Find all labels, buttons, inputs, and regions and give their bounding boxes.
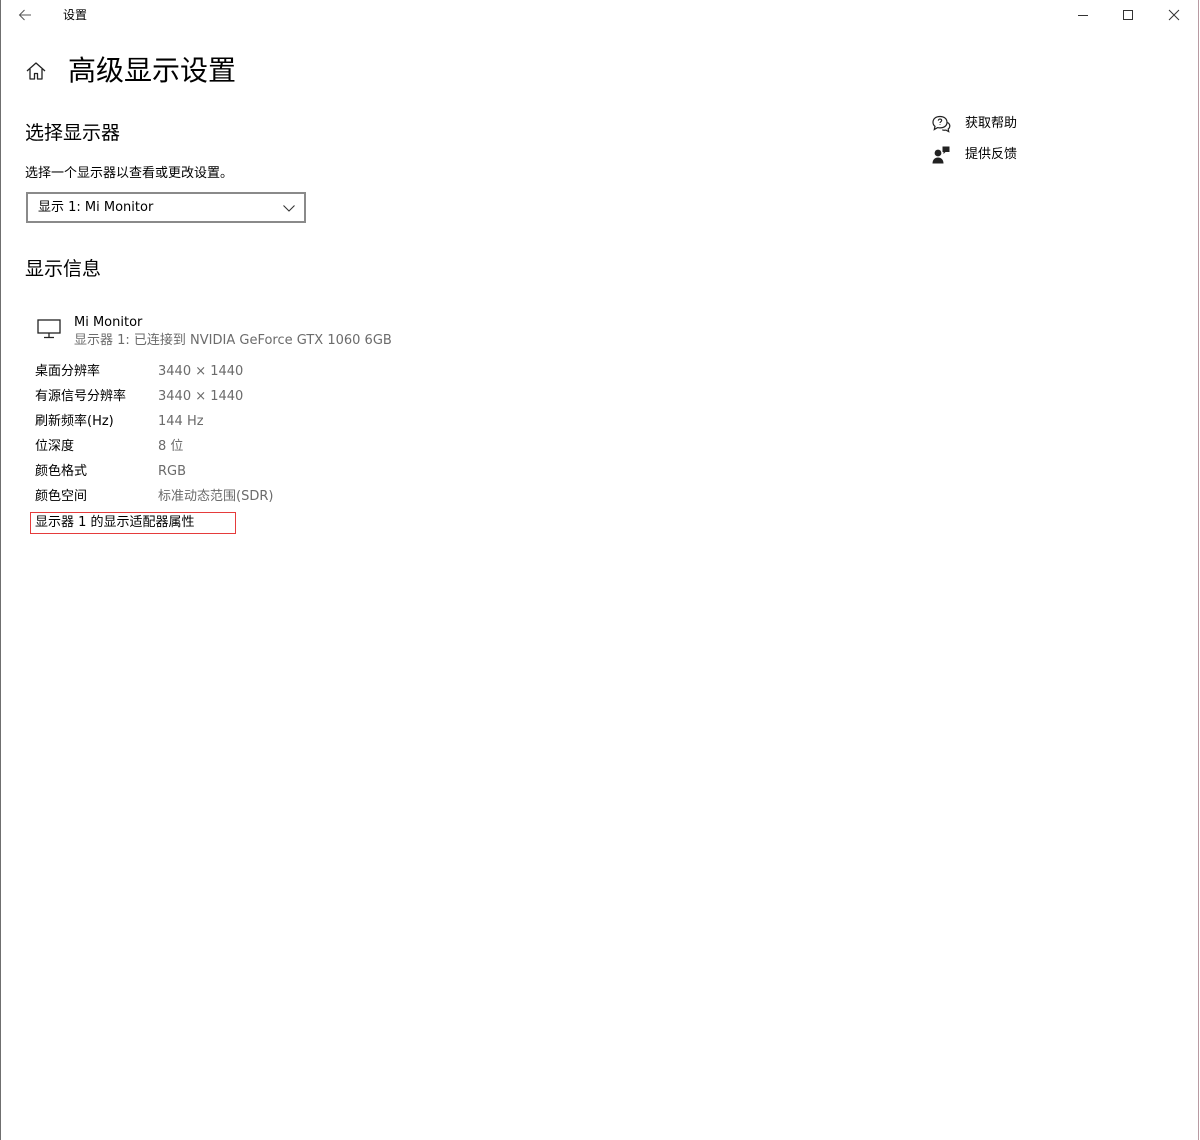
info-value: 3440 × 1440 (158, 364, 244, 379)
title-bar: 设置 (1, 0, 1199, 30)
info-label: 桌面分辨率 (35, 364, 101, 379)
back-button[interactable] (1, 0, 49, 30)
info-row-active-signal-resolution: 有源信号分辨率 3440 × 1440 (35, 387, 435, 412)
minimize-icon (1078, 15, 1088, 16)
maximize-icon (1123, 10, 1133, 20)
info-label: 有源信号分辨率 (35, 389, 127, 404)
info-value: 3440 × 1440 (158, 389, 244, 404)
info-label: 颜色格式 (35, 464, 88, 479)
info-row-refresh-rate: 刷新频率(Hz) 144 Hz (35, 412, 435, 437)
settings-window: 设置 高级显示设置 选择显示器 选择一个显示器以查看或更改设置。 显示 1: M… (0, 0, 1199, 1140)
display-select-dropdown[interactable]: 显示 1: Mi Monitor (26, 192, 306, 223)
display-adapter-properties-link[interactable]: 显示器 1 的显示适配器属性 (30, 512, 236, 534)
app-title: 设置 (63, 8, 88, 22)
maximize-button[interactable] (1105, 0, 1151, 30)
chat-help-icon (932, 115, 951, 133)
close-icon (1168, 9, 1180, 21)
info-value: 标准动态范围(SDR) (158, 489, 274, 504)
monitor-connection: 显示器 1: 已连接到 NVIDIA GeForce GTX 1060 6GB (74, 333, 392, 348)
select-display-heading: 选择显示器 (25, 122, 121, 144)
info-label: 位深度 (35, 439, 75, 454)
home-icon[interactable] (25, 60, 47, 82)
info-row-color-format: 颜色格式 RGB (35, 462, 435, 487)
info-label: 颜色空间 (35, 489, 88, 504)
chevron-down-icon (283, 205, 295, 212)
feedback-icon (932, 146, 950, 164)
minimize-button[interactable] (1060, 0, 1106, 30)
display-info-heading: 显示信息 (25, 258, 102, 280)
get-help-link[interactable]: 获取帮助 (931, 113, 1051, 135)
info-row-bit-depth: 位深度 8 位 (35, 437, 435, 462)
close-button[interactable] (1151, 0, 1197, 30)
dropdown-selected-value: 显示 1: Mi Monitor (38, 200, 154, 215)
page-title: 高级显示设置 (68, 54, 237, 87)
info-value: 144 Hz (158, 414, 204, 429)
desktop-edge (1198, 0, 1199, 1140)
info-value: RGB (158, 464, 187, 479)
give-feedback-label: 提供反馈 (965, 147, 1018, 162)
info-label: 刷新频率(Hz) (35, 414, 114, 429)
display-info-table: 桌面分辨率 3440 × 1440 有源信号分辨率 3440 × 1440 刷新… (35, 362, 435, 512)
info-row-color-space: 颜色空间 标准动态范围(SDR) (35, 487, 435, 512)
get-help-label: 获取帮助 (965, 116, 1018, 131)
monitor-icon (37, 319, 61, 339)
select-display-description: 选择一个显示器以查看或更改设置。 (25, 166, 234, 181)
info-value: 8 位 (158, 439, 184, 454)
give-feedback-link[interactable]: 提供反馈 (931, 144, 1051, 166)
back-arrow-icon (18, 9, 31, 21)
info-row-desktop-resolution: 桌面分辨率 3440 × 1440 (35, 362, 435, 387)
monitor-name: Mi Monitor (74, 315, 143, 330)
